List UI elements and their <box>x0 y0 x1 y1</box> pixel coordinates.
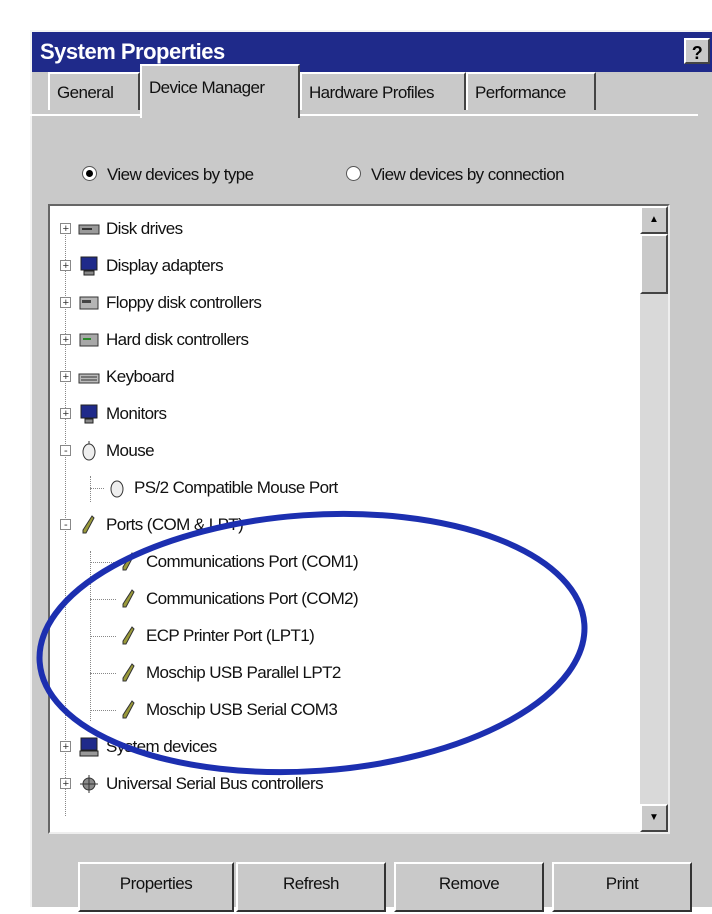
tab-device-manager[interactable]: Device Manager <box>140 64 300 118</box>
title-bar[interactable]: System Properties ? <box>32 32 712 72</box>
tab-general[interactable]: General <box>48 72 140 110</box>
help-button[interactable]: ? <box>684 38 710 64</box>
tab-performance[interactable]: Performance <box>466 72 596 110</box>
tab-hardware-profiles[interactable]: Hardware Profiles <box>300 72 466 110</box>
device-manager-panel <box>18 114 698 914</box>
window-title: System Properties <box>40 39 225 64</box>
